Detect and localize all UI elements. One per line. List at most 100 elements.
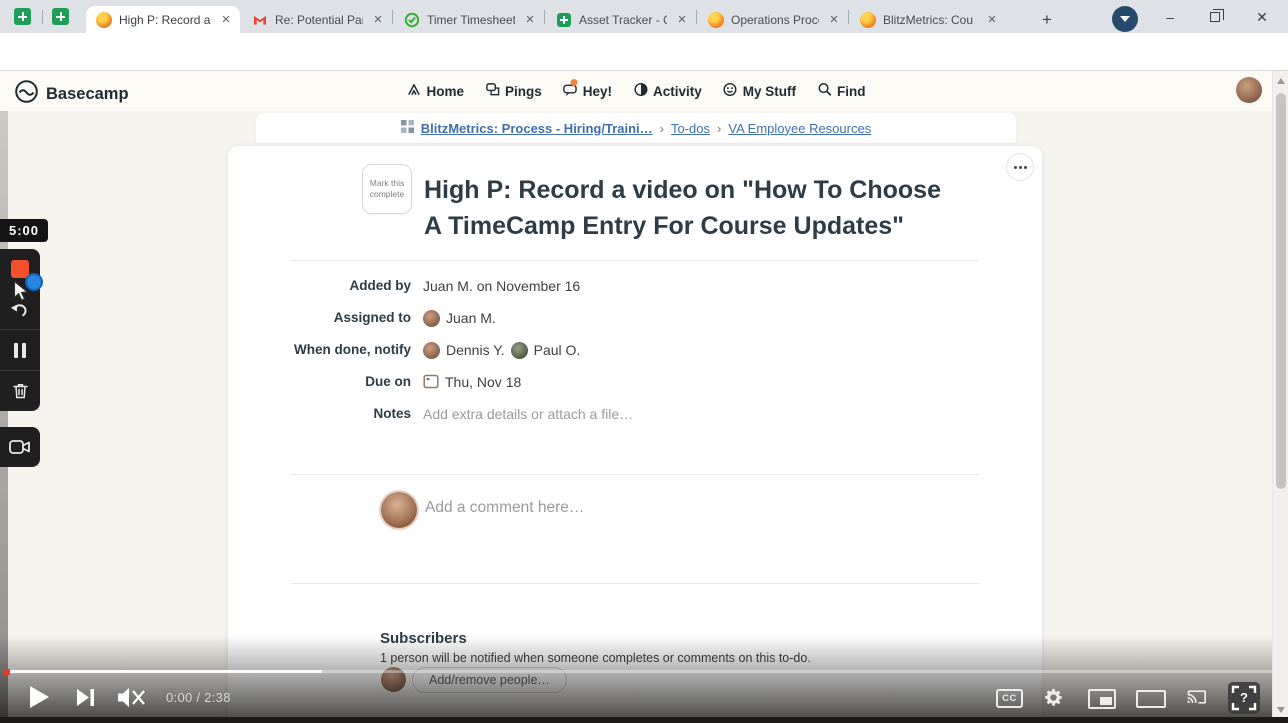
next-button[interactable] [77,689,95,711]
theater-mode-button[interactable] [1136,690,1166,708]
maximize-button[interactable] [1195,4,1235,30]
nav-find[interactable]: Find [817,82,866,100]
close-tab-icon[interactable]: ✕ [826,13,842,26]
added-by-value: Juan M. on November 16 [423,278,580,294]
assignee-name[interactable]: Juan M. [446,310,496,326]
media-control-button[interactable] [1112,6,1138,32]
video-edge-strip [0,111,8,723]
field-notify: When done, notify Dennis Y. Paul O. [228,338,988,362]
brand-name: Basecamp [46,85,129,104]
delete-record-button[interactable] [0,371,40,411]
more-options-button[interactable] [1006,153,1034,181]
pause-icon [14,343,26,358]
basecamp-logo-icon [14,79,39,109]
camera-icon [9,439,31,455]
tab-label: Operations Proce [731,13,819,27]
tab-blitzmetrics[interactable]: BlitzMetrics: Cou ✕ [850,6,1006,33]
gmail-icon [252,12,268,28]
recording-timer-badge: 5:00 [0,219,48,242]
tab-separator [544,10,545,24]
close-tab-icon[interactable]: ✕ [522,13,538,26]
breadcrumb: BlitzMetrics: Process - Hiring/Traini… ›… [256,113,1016,143]
settings-gear-button[interactable] [1042,686,1065,714]
close-tab-icon[interactable]: ✕ [984,13,1000,26]
nav-activity[interactable]: Activity [633,82,702,100]
tab-label: Timer Timesheet [427,13,515,27]
page-scrollbar[interactable] [1272,71,1288,723]
breadcrumb-separator: › [660,121,664,136]
nav-home[interactable]: Home [406,82,464,100]
breadcrumb-list-link[interactable]: VA Employee Resources [728,121,871,136]
breadcrumb-project-link[interactable]: BlitzMetrics: Process - Hiring/Traini… [421,121,653,136]
due-date[interactable]: Thu, Nov 18 [445,374,521,390]
field-notes: Notes Add extra details or attach a file… [228,402,988,426]
subscribers-description: 1 person will be notified when someone c… [380,651,811,665]
nav-my-stuff[interactable]: My Stuff [723,82,796,100]
close-window-button[interactable]: ✕ [1242,4,1282,30]
field-assigned-to: Assigned to Juan M. [228,306,988,330]
notify-person[interactable]: Paul O. [534,342,581,358]
chevron-down-icon [1120,16,1130,22]
mark-complete-button[interactable]: Mark this complete [362,164,412,214]
trash-icon [12,382,29,400]
divider [291,583,979,584]
scrollbar-thumb[interactable] [1276,93,1286,489]
basecamp-logo[interactable]: Basecamp [14,79,129,109]
tab-separator [392,10,393,24]
cast-button[interactable] [1184,687,1208,712]
tab-high-p-record[interactable]: High P: Record a ✕ [86,6,240,33]
tab-separator [696,10,697,24]
tab-separator [42,10,43,24]
divider [291,260,979,261]
notify-avatar[interactable] [511,342,528,359]
commenter-avatar [381,492,417,528]
pinned-tab-2[interactable] [52,8,69,25]
tab-asset-tracker[interactable]: Asset Tracker - G ✕ [546,6,696,33]
miniplayer-button[interactable] [1088,689,1116,709]
tab-separator [848,10,849,24]
cursor-pointer-icon [13,280,30,308]
green-sheet-icon [556,12,572,28]
notify-avatar[interactable] [423,342,440,359]
subscribers-heading: Subscribers [380,630,467,647]
scroll-down-arrow-icon[interactable] [1277,707,1285,713]
playhead[interactable] [4,669,10,675]
play-button[interactable] [30,686,49,713]
field-due-on: Due on Thu, Nov 18 [228,370,988,394]
notify-person[interactable]: Dennis Y. [446,342,505,358]
breadcrumb-todos-link[interactable]: To-dos [671,121,710,136]
basecamp-favicon [708,12,724,28]
tab-label: High P: Record a [119,13,211,27]
home-icon [406,82,421,100]
browser-toolbar [0,33,1288,71]
fullscreen-button[interactable]: ? [1228,682,1260,714]
tab-operations[interactable]: Operations Proce ✕ [698,6,848,33]
new-tab-button[interactable]: + [1034,7,1060,33]
cc-button[interactable]: CC [996,689,1023,708]
basecamp-nav: Home Pings Hey! Activity My Stuff Find [406,71,865,111]
close-tab-icon[interactable]: ✕ [370,13,386,26]
notes-placeholder[interactable]: Add extra details or attach a file… [423,402,633,426]
tab-gmail[interactable]: Re: Potential Part ✕ [242,6,392,33]
video-bottom-bar [0,717,1288,723]
tab-timer[interactable]: Timer Timesheet ✕ [394,6,544,33]
mute-button[interactable] [118,687,146,713]
progress-loaded [8,670,322,673]
assignee-avatar[interactable] [423,310,440,327]
scroll-up-arrow-icon[interactable] [1277,78,1285,84]
pinned-tab-1[interactable] [14,8,31,25]
calendar-icon [423,373,439,392]
close-tab-icon[interactable]: ✕ [674,13,690,26]
restore-icon [1210,12,1220,22]
minimize-button[interactable]: – [1150,4,1190,30]
basecamp-favicon [96,12,112,28]
nav-pings[interactable]: Pings [485,82,542,100]
close-tab-icon[interactable]: ✕ [218,13,234,26]
pause-record-button[interactable] [0,330,40,370]
tab-label: BlitzMetrics: Cou [883,13,977,27]
camera-toggle-button[interactable] [0,427,40,467]
nav-hey[interactable]: Hey! [563,82,612,100]
user-avatar[interactable] [1236,77,1262,103]
comment-input[interactable]: Add a comment here… [425,499,584,517]
timecamp-icon [404,12,420,28]
